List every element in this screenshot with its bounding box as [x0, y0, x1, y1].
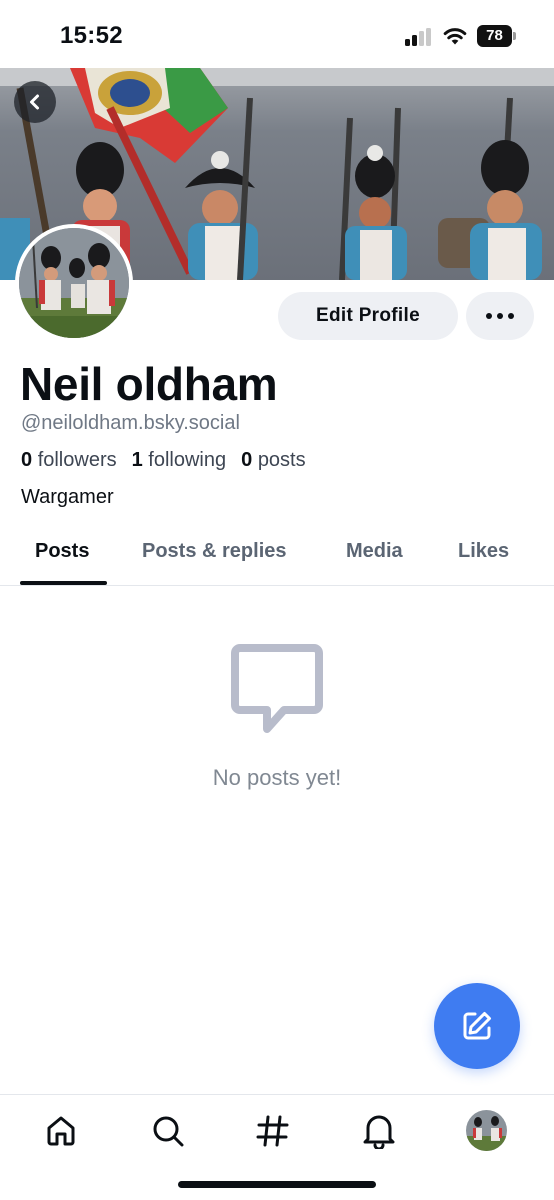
nav-search[interactable] — [148, 1111, 188, 1151]
tab-posts-and-replies[interactable]: Posts & replies — [142, 540, 287, 563]
wifi-icon — [443, 28, 467, 45]
home-indicator — [178, 1181, 376, 1188]
nav-profile-avatar[interactable] — [466, 1110, 507, 1151]
empty-state-message: No posts yet! — [212, 765, 342, 790]
following-label: following — [148, 449, 227, 471]
tab-media[interactable]: Media — [346, 540, 403, 563]
followers-label: followers — [37, 449, 117, 471]
posts-stat: 0 posts — [241, 449, 306, 472]
followers-stat[interactable]: 0 followers — [21, 449, 117, 472]
more-options-button[interactable] — [466, 292, 534, 340]
profile-bio: Wargamer — [21, 486, 114, 508]
profile-handle: @neiloldham.bsky.social — [21, 412, 240, 434]
following-count: 1 — [131, 449, 143, 471]
chevron-left-icon — [30, 94, 39, 110]
hashtag-icon — [256, 1115, 289, 1147]
posts-count: 0 — [241, 449, 253, 471]
search-icon — [153, 1116, 184, 1147]
pencil-edit-icon — [463, 1012, 491, 1040]
posts-label: posts — [257, 449, 306, 471]
profile-avatar[interactable] — [15, 224, 133, 342]
battery-indicator: 78 — [477, 25, 517, 47]
message-bubble-icon — [231, 644, 323, 733]
home-icon — [47, 1116, 75, 1146]
display-name: Neil oldham — [20, 358, 278, 410]
battery-level: 78 — [477, 25, 512, 47]
compose-post-button[interactable] — [434, 983, 520, 1069]
nav-notifications[interactable] — [359, 1111, 399, 1151]
nav-home[interactable] — [41, 1111, 81, 1151]
ellipsis-icon — [486, 313, 492, 319]
nav-feeds[interactable] — [253, 1111, 293, 1151]
notifications-bell-icon — [363, 1115, 395, 1149]
back-button[interactable] — [14, 81, 56, 123]
tab-likes[interactable]: Likes — [458, 540, 509, 563]
profile-tabs: Posts Posts & replies Media Likes — [0, 528, 554, 586]
following-stat[interactable]: 1 following — [132, 449, 227, 472]
status-bar: 15:52 78 — [0, 0, 554, 68]
tab-posts[interactable]: Posts — [35, 540, 89, 563]
status-time: 15:52 — [60, 22, 123, 49]
active-tab-indicator — [20, 581, 107, 585]
edit-profile-button[interactable]: Edit Profile — [278, 292, 458, 340]
profile-stats: 0 followers 1 following 0 posts — [21, 449, 321, 472]
followers-count: 0 — [21, 449, 33, 471]
cellular-signal-icon — [405, 28, 433, 46]
